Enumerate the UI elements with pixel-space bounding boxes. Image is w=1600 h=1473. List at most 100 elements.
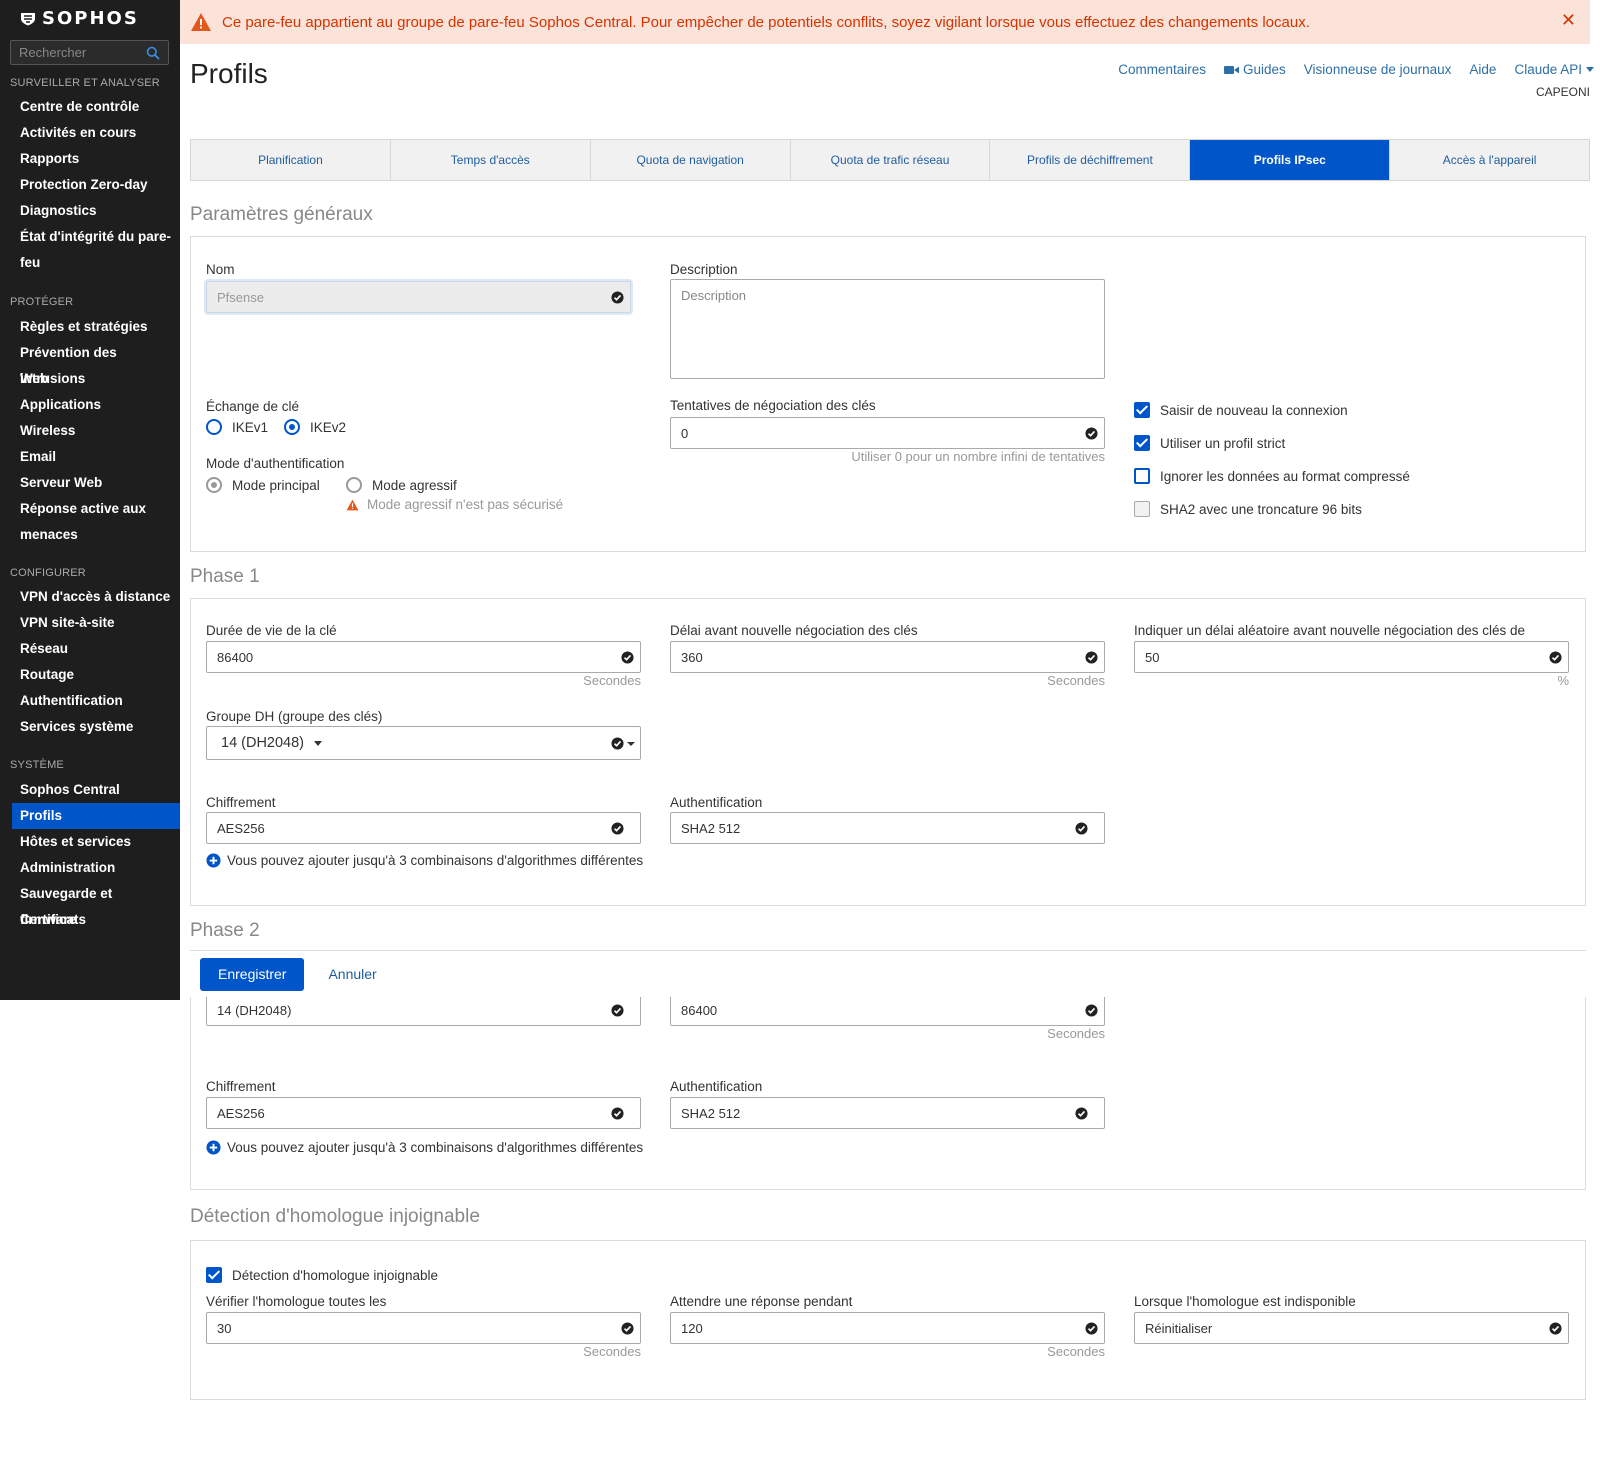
nav-item-reseau[interactable]: Réseau	[12, 636, 180, 662]
nav-section-title: PROTÉGER	[10, 296, 74, 308]
tab-planification[interactable]: Planification	[191, 140, 391, 180]
rekey-connection-option[interactable]: Saisir de nouveau la connexion	[1134, 402, 1348, 418]
phase2-key-life-field[interactable]: 86400	[670, 994, 1105, 1026]
valid-check-icon	[1085, 651, 1098, 664]
phase2-key-life-value: 86400	[681, 1002, 718, 1018]
nav-item-rapports[interactable]: Rapports	[12, 146, 180, 172]
nav-item-vpn-site-a-site[interactable]: VPN site-à-site	[12, 610, 180, 636]
plus-circle-icon[interactable]	[206, 1140, 221, 1155]
sha2-truncation-checkbox[interactable]	[1134, 501, 1150, 517]
nav-item-etat-integrite[interactable]: État d'intégrité du pare-	[12, 224, 180, 250]
nav-item-vpn-acces-distance[interactable]: VPN d'accès à distance	[12, 584, 180, 610]
dpd-wait-field[interactable]: 120	[670, 1312, 1105, 1344]
search-icon[interactable]	[146, 46, 160, 60]
random-rekey-value: 50	[1145, 649, 1160, 665]
section-heading-general: Paramètres généraux	[190, 204, 373, 225]
rekey-margin-field[interactable]: 360	[670, 641, 1105, 673]
nav-item-email[interactable]: Email	[12, 444, 180, 470]
link-visionneuse-journaux[interactable]: Visionneuse de journaux	[1304, 62, 1452, 77]
dpd-wait-label: Attendre une réponse pendant	[670, 1294, 853, 1309]
add-algorithm-combination[interactable]: Vous pouvez ajouter jusqu'à 3 combinaiso…	[206, 853, 643, 868]
aggressive-mode-option[interactable]: Mode agressif	[346, 477, 457, 493]
rekey-connection-checkbox[interactable]	[1134, 402, 1150, 418]
phase2-encryption-select[interactable]: AES256	[206, 1097, 641, 1129]
nav-item-regles[interactable]: Règles et stratégies	[12, 314, 180, 340]
nav-item-protection-zero-day[interactable]: Protection Zero-day	[12, 172, 180, 198]
nav-item-applications[interactable]: Applications	[12, 392, 180, 418]
nav-item-wireless[interactable]: Wireless	[12, 418, 180, 444]
nav-item-hotes-services[interactable]: Hôtes et services	[12, 829, 180, 855]
description-textarea[interactable]: Description	[670, 279, 1105, 379]
nav-item-web[interactable]: Web	[12, 366, 180, 392]
nav-item-authentification[interactable]: Authentification	[12, 688, 180, 714]
ikev1-option[interactable]: IKEv1	[206, 419, 268, 435]
link-commentaires[interactable]: Commentaires	[1118, 62, 1206, 77]
user-menu[interactable]: Claude API	[1514, 62, 1594, 77]
nav-item-administration[interactable]: Administration	[12, 855, 180, 881]
sidebar: SOPHOS SURVEILLER ET ANALYSER Centre de …	[0, 0, 180, 1000]
link-aide[interactable]: Aide	[1469, 62, 1496, 77]
search-box[interactable]	[10, 40, 169, 65]
pfs-group-select[interactable]: 14 (DH2048)	[206, 994, 641, 1026]
nav-item-certificats[interactable]: Certificats	[12, 907, 180, 933]
close-icon[interactable]: ✕	[1561, 10, 1576, 31]
phase2-authentication-select[interactable]: SHA2 512	[670, 1097, 1105, 1129]
nav-item-activites-en-cours[interactable]: Activités en cours	[12, 120, 180, 146]
name-field[interactable]: Pfsense	[206, 281, 631, 313]
nav-item-reponse-active[interactable]: Réponse active aux	[12, 496, 180, 522]
nav-item-centre-de-controle[interactable]: Centre de contrôle	[12, 94, 180, 120]
nav-item-diagnostics[interactable]: Diagnostics	[12, 198, 180, 224]
nav-item-profils[interactable]: Profils	[12, 803, 180, 829]
ikev2-option[interactable]: IKEv2	[284, 419, 346, 435]
tab-profils-ipsec[interactable]: Profils IPsec	[1190, 140, 1391, 180]
tab-profils-dechiffrement[interactable]: Profils de déchiffrement	[990, 140, 1191, 180]
cancel-button[interactable]: Annuler	[328, 966, 376, 982]
add-algorithm-text: Vous pouvez ajouter jusqu'à 3 combinaiso…	[227, 853, 644, 868]
key-life-field[interactable]: 86400	[206, 641, 641, 673]
caret-down-icon	[314, 740, 323, 746]
authentication-select[interactable]: SHA2 512	[670, 812, 1105, 844]
dpd-check-field[interactable]: 30	[206, 1312, 641, 1344]
dpd-enable-option[interactable]: Détection d'homologue injoignable	[206, 1267, 438, 1283]
encryption-select[interactable]: AES256	[206, 812, 641, 844]
nav-item-serveur-web[interactable]: Serveur Web	[12, 470, 180, 496]
search-input[interactable]	[19, 45, 146, 60]
ignore-compressed-checkbox[interactable]	[1134, 468, 1150, 484]
pfs-group-value: 14 (DH2048)	[217, 1002, 292, 1018]
name-label: Nom	[206, 262, 235, 277]
caret-down-icon	[627, 742, 635, 746]
phase2-authentication-label: Authentification	[670, 1079, 763, 1094]
strict-profile-checkbox[interactable]	[1134, 435, 1150, 451]
dh-group-label: Groupe DH (groupe des clés)	[206, 709, 383, 724]
ikev1-radio[interactable]	[206, 419, 222, 435]
save-button[interactable]: Enregistrer	[200, 957, 305, 991]
aggressive-mode-radio[interactable]	[346, 477, 362, 493]
dh-group-select[interactable]: 14 (DH2048)	[206, 726, 641, 760]
dpd-check-label: Vérifier l'homologue toutes les	[206, 1294, 387, 1309]
tab-quota-trafic[interactable]: Quota de trafic réseau	[791, 140, 991, 180]
plus-circle-icon[interactable]	[206, 853, 221, 868]
main-mode-label: Mode principal	[232, 477, 320, 493]
sha2-truncation-option[interactable]: SHA2 avec une troncature 96 bits	[1134, 501, 1362, 517]
nav-item-services-systeme[interactable]: Services système	[12, 714, 180, 740]
dpd-unavailable-select[interactable]: Réinitialiser	[1134, 1312, 1569, 1344]
tab-temps-acces[interactable]: Temps d'accès	[391, 140, 591, 180]
phase2-add-algorithm-combination[interactable]: Vous pouvez ajouter jusqu'à 3 combinaiso…	[206, 1140, 643, 1155]
top-links: Commentaires Guides Visionneuse de journ…	[1118, 62, 1594, 77]
rekey-attempts-field[interactable]: 0	[670, 417, 1105, 449]
ikev2-radio[interactable]	[284, 419, 300, 435]
random-rekey-field[interactable]: 50	[1134, 641, 1569, 673]
sophos-logo[interactable]: SOPHOS	[20, 8, 139, 29]
main-mode-radio[interactable]	[206, 477, 222, 493]
strict-profile-option[interactable]: Utiliser un profil strict	[1134, 435, 1285, 451]
nav-item-sophos-central[interactable]: Sophos Central	[12, 777, 180, 803]
dpd-enable-checkbox[interactable]	[206, 1267, 222, 1283]
nav-item-routage[interactable]: Routage	[12, 662, 180, 688]
tab-acces-appareil[interactable]: Accès à l'appareil	[1390, 140, 1589, 180]
main-mode-option[interactable]: Mode principal	[206, 477, 320, 493]
link-guides[interactable]: Guides	[1224, 62, 1286, 77]
ignore-compressed-option[interactable]: Ignorer les données au format compressé	[1134, 468, 1410, 484]
nav-item-reponse-active-cont[interactable]: menaces	[12, 522, 180, 548]
nav-item-etat-integrite-cont[interactable]: feu	[12, 250, 180, 276]
tab-quota-navigation[interactable]: Quota de navigation	[591, 140, 791, 180]
